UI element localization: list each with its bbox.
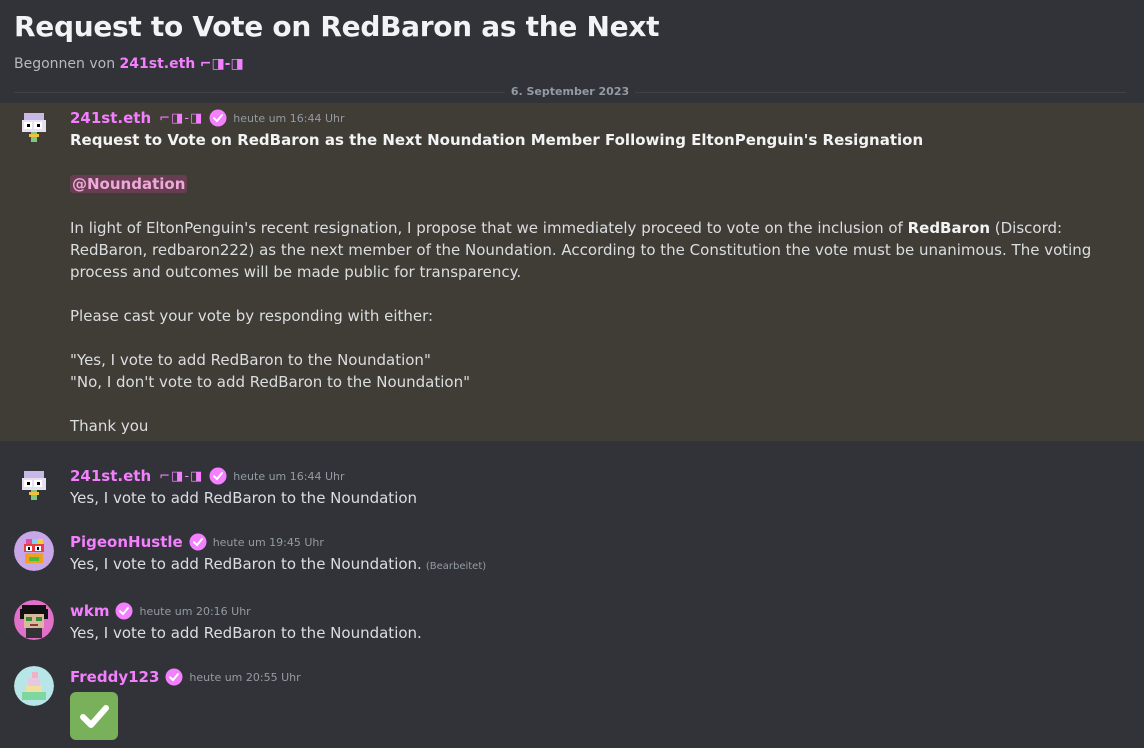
- vote-option-yes: "Yes, I vote to add RedBaron to the Noun…: [70, 351, 431, 369]
- message-text-body: Yes, I vote to add RedBaron to the Nound…: [70, 555, 422, 573]
- message-text: Yes, I vote to add RedBaron to the Nound…: [70, 489, 418, 507]
- vote-option-no: "No, I don't vote to add RedBaron to the…: [70, 373, 471, 391]
- started-by-prefix: Begonnen von: [14, 56, 116, 72]
- edited-label: (Bearbeitet): [425, 561, 487, 572]
- paragraph-1-text-a: In light of EltonPenguin's recent resign…: [70, 219, 903, 237]
- message-paragraph-1: In light of EltonPenguin's recent resign…: [70, 217, 1128, 283]
- message-text: Yes, I vote to add RedBaron to the Nound…: [70, 553, 1128, 578]
- message-2[interactable]: 241st.eth ⌐◨-◨ heute um 16:44 Uhr Yes, I…: [0, 461, 1144, 515]
- avatar-wkm[interactable]: [14, 600, 54, 640]
- started-by-author[interactable]: 241st.eth: [120, 56, 196, 72]
- message-timestamp: heute um 20:55 Uhr: [189, 670, 301, 684]
- message-username[interactable]: Freddy123: [70, 668, 159, 686]
- message-4[interactable]: wkm heute um 20:16 Uhr Yes, I vote to ad…: [0, 596, 1144, 650]
- thread-header: Request to Vote on RedBaron as the Next …: [0, 0, 1144, 72]
- message-text: Yes, I vote to add RedBaron to the Nound…: [70, 624, 422, 642]
- check-mark-emoji-icon[interactable]: [70, 692, 118, 740]
- message-username[interactable]: 241st.eth: [70, 467, 151, 485]
- message-user-tag: ⌐◨-◨: [159, 468, 204, 484]
- message-timestamp: heute um 19:45 Uhr: [212, 535, 324, 549]
- verified-badge-icon: [209, 109, 227, 127]
- message-username[interactable]: wkm: [70, 602, 109, 620]
- message-3[interactable]: PigeonHustle heute um 19:45 Uhr Yes, I v…: [0, 527, 1144, 584]
- message-closing: Thank you: [70, 417, 149, 435]
- verified-badge-icon: [115, 602, 133, 620]
- message-heading: Request to Vote on RedBaron as the Next …: [70, 131, 924, 149]
- date-divider: 6. September 2023: [14, 85, 1126, 98]
- message-username[interactable]: 241st.eth: [70, 109, 151, 127]
- message-user-tag: ⌐◨-◨: [159, 110, 204, 126]
- avatar-freddy123[interactable]: [14, 666, 54, 706]
- message-timestamp: heute um 16:44 Uhr: [233, 111, 345, 125]
- verified-badge-icon: [209, 467, 227, 485]
- verified-badge-icon: [165, 668, 183, 686]
- role-mention[interactable]: @Noundation: [70, 175, 188, 193]
- avatar-pigeonhustle[interactable]: [14, 531, 54, 571]
- thread-title: Request to Vote on RedBaron as the Next: [14, 10, 660, 43]
- message-5[interactable]: Freddy123 heute um 20:55 Uhr: [0, 662, 1144, 746]
- thread-started-by: Begonnen von 241st.eth ⌐◨-◨: [14, 56, 1130, 72]
- avatar-241st[interactable]: [14, 107, 54, 147]
- message-1[interactable]: 241st.eth ⌐◨-◨ heute um 16:44 Uhr Reques…: [0, 103, 1144, 441]
- avatar-241st[interactable]: [14, 465, 54, 505]
- paragraph-1-bold: RedBaron: [907, 219, 990, 237]
- message-timestamp: heute um 20:16 Uhr: [139, 604, 251, 618]
- message-paragraph-2: Please cast your vote by responding with…: [70, 307, 434, 325]
- started-by-tag: ⌐◨-◨: [199, 56, 244, 72]
- message-timestamp: heute um 16:44 Uhr: [233, 469, 345, 483]
- message-username[interactable]: PigeonHustle: [70, 533, 183, 551]
- verified-badge-icon: [189, 533, 207, 551]
- date-divider-label: 6. September 2023: [504, 85, 636, 98]
